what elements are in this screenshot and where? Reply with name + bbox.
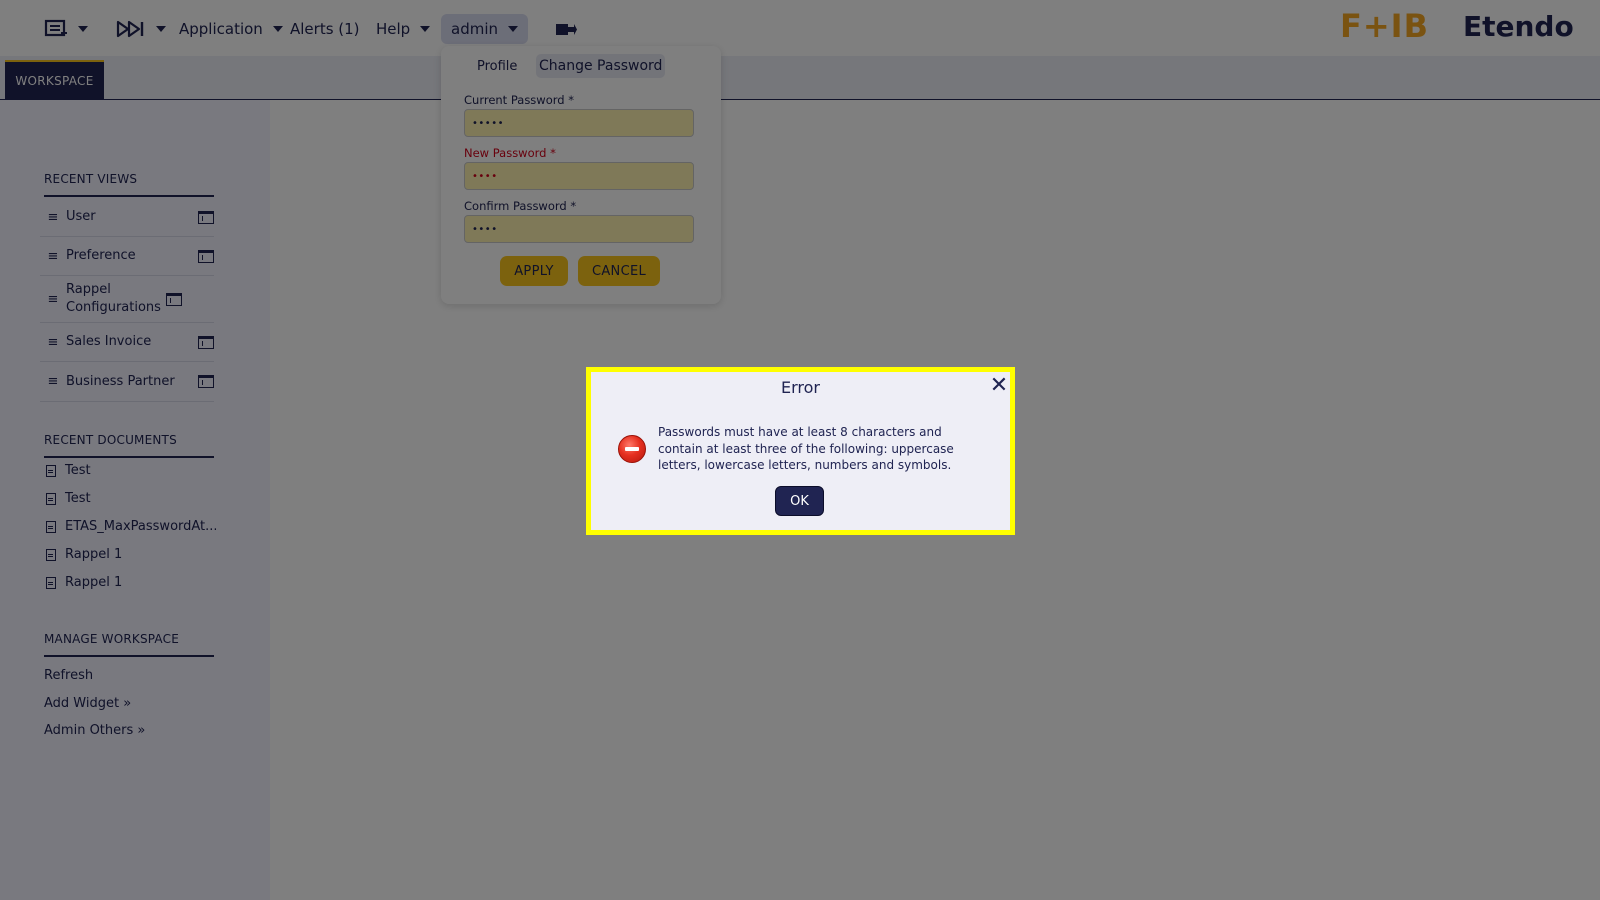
close-icon[interactable]: ✕ [989, 375, 1009, 397]
error-message: Passwords must have at least 8 character… [658, 425, 954, 472]
dialog-title: Error [781, 378, 820, 397]
error-dialog: Error ✕ Passwords must have at least 8 c… [586, 367, 1015, 535]
ok-button[interactable]: OK [775, 486, 824, 516]
error-stop-icon [618, 435, 646, 463]
